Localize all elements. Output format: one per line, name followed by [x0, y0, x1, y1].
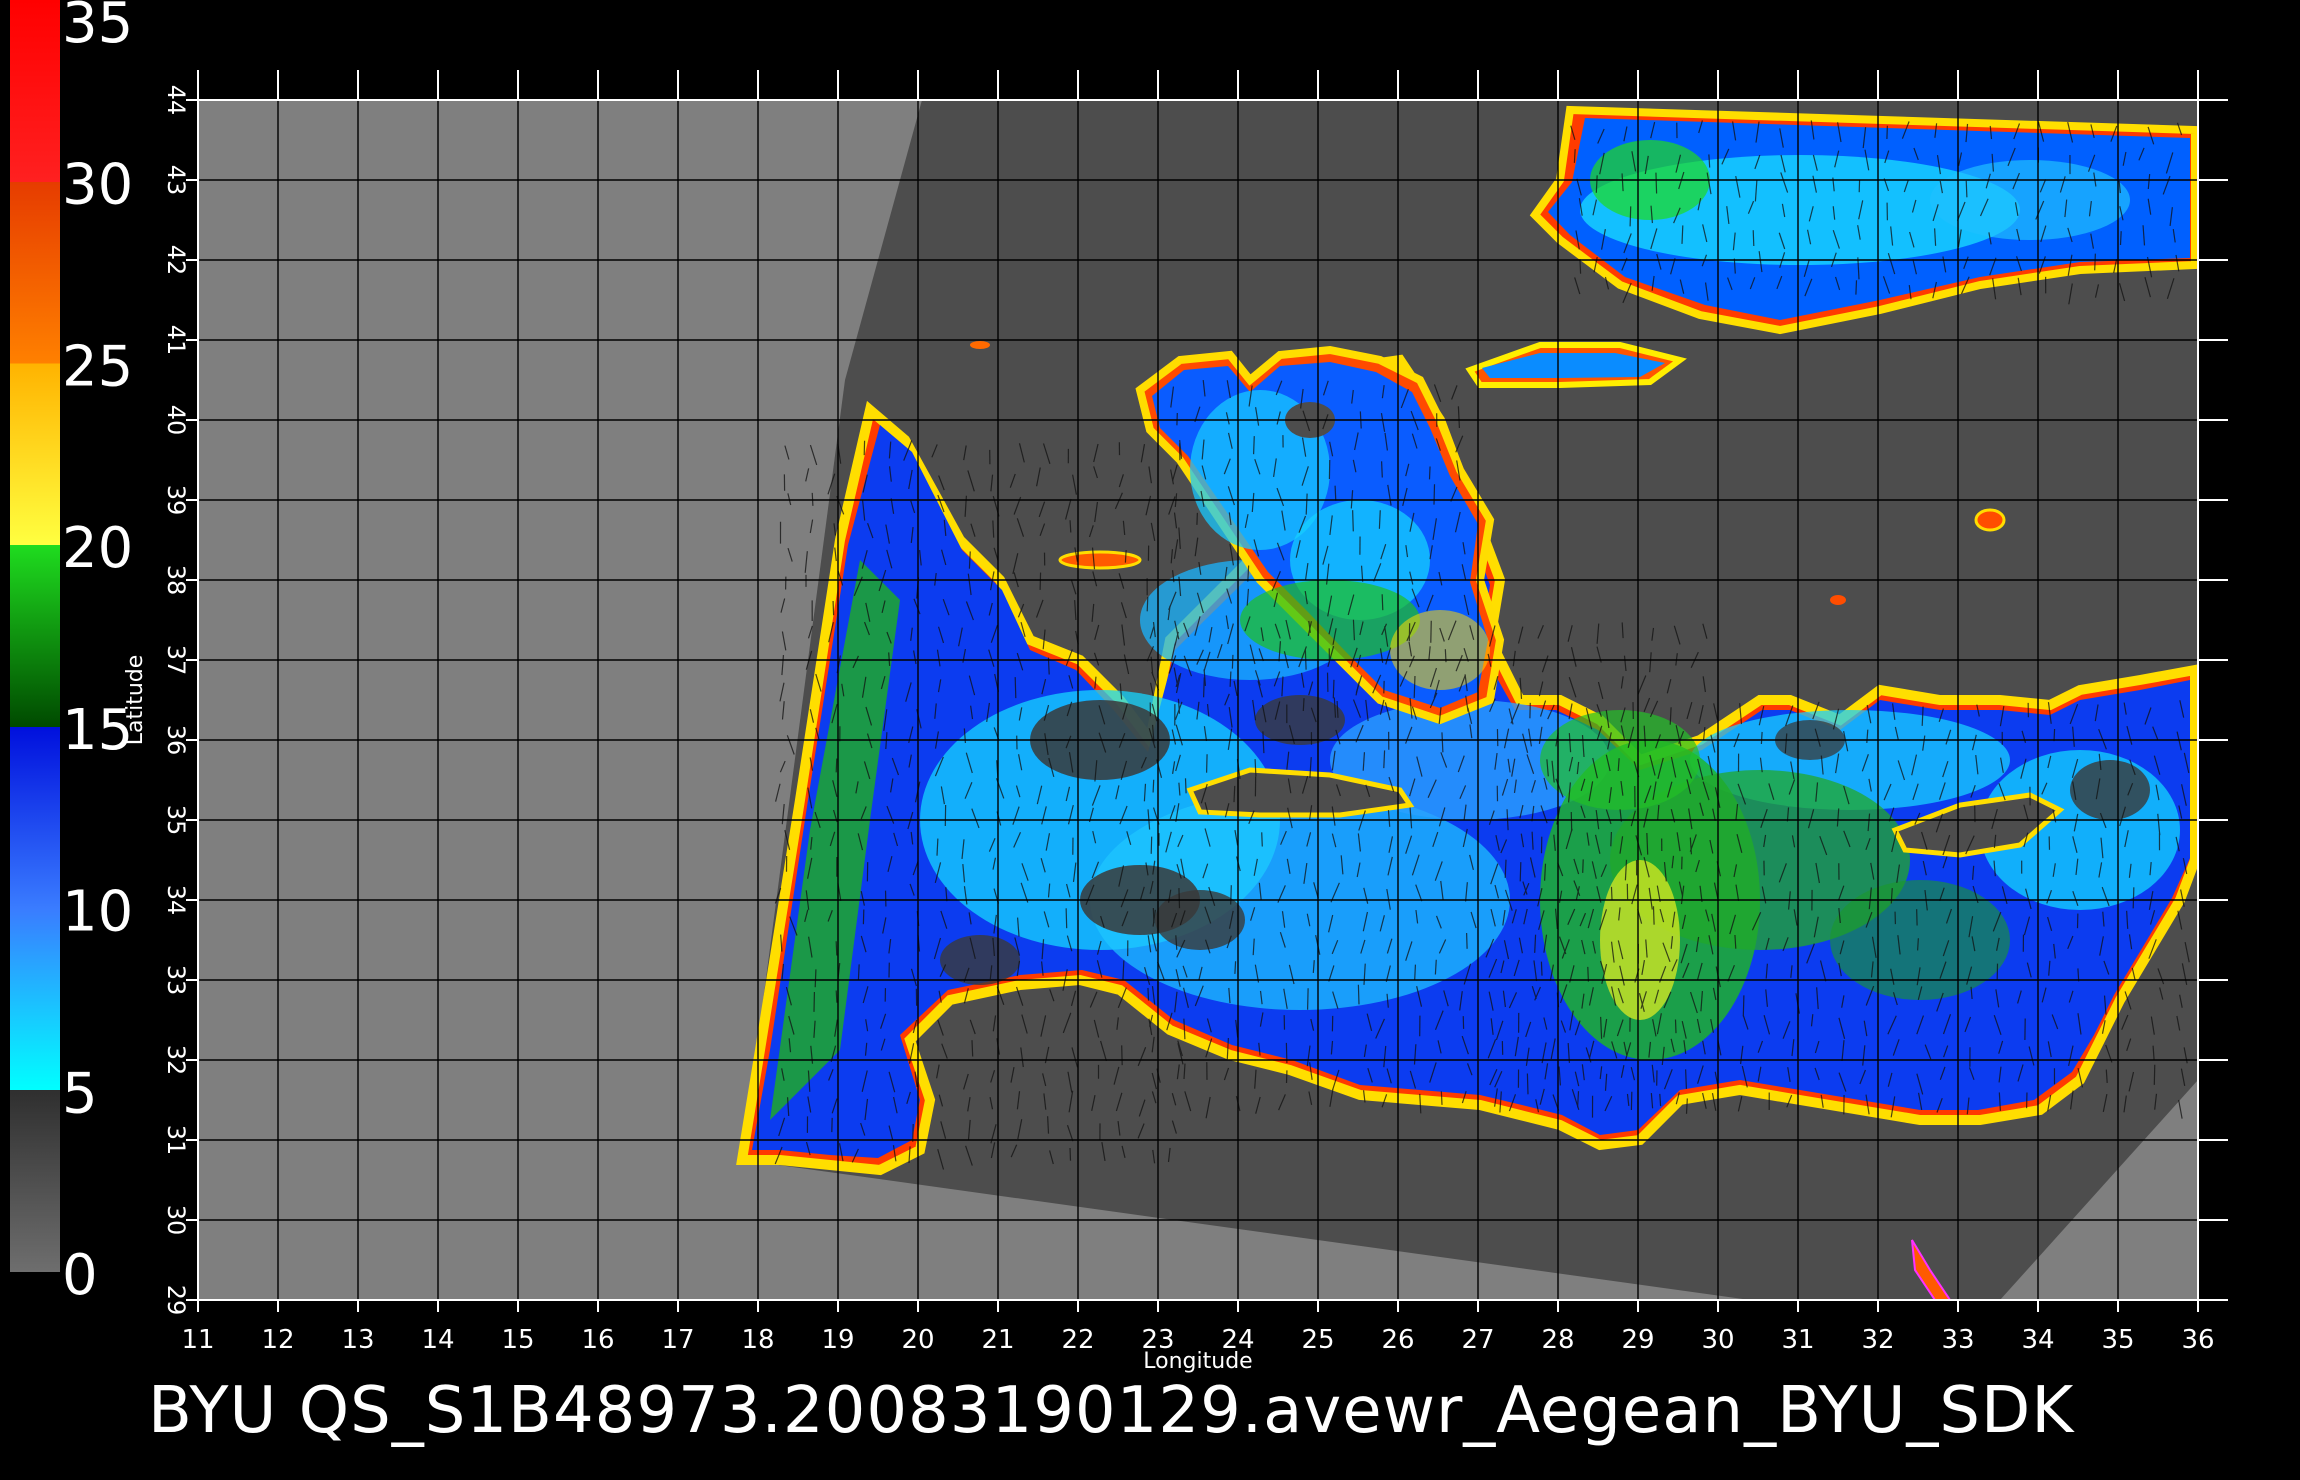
- colorbar-gradient: [10, 0, 60, 1272]
- y-tick-label: 34: [162, 885, 190, 916]
- colorbar-labels: 05101520253035: [62, 0, 133, 1308]
- x-tick-label: 27: [1461, 1325, 1494, 1355]
- x-tick-label: 28: [1541, 1325, 1574, 1355]
- x-tick-label: 21: [981, 1325, 1014, 1355]
- y-tick-label: 36: [162, 725, 190, 756]
- x-tick-label: 30: [1701, 1325, 1734, 1355]
- x-tick-label: 17: [661, 1325, 694, 1355]
- colorbar-label: 35: [62, 0, 133, 56]
- x-tick-label: 12: [261, 1325, 294, 1355]
- y-tick-label: 43: [162, 165, 190, 196]
- colorbar-label: 5: [62, 1061, 98, 1126]
- x-tick-label: 14: [421, 1325, 454, 1355]
- x-tick-label: 15: [501, 1325, 534, 1355]
- y-tick-label: 42: [162, 245, 190, 276]
- caption: BYU QS_S1B48973.20083190129.avewr_Aegean…: [148, 1374, 2075, 1448]
- scatterometer-wind-map: 0 5 10 15 20 25 30 35 11 12 13 14 15 16 17 18 1…: [10, 0, 2228, 1448]
- colorbar-label: 20: [62, 516, 133, 581]
- x-tick-label: 35: [2101, 1325, 2134, 1355]
- x-tick-label: 26: [1381, 1325, 1414, 1355]
- x-tick-label: 33: [1941, 1325, 1974, 1355]
- y-tick-label: 38: [162, 565, 190, 596]
- x-tick-label: 22: [1061, 1325, 1094, 1355]
- colorbar-label: 10: [62, 880, 133, 945]
- x-tick-label: 20: [901, 1325, 934, 1355]
- x-tick-label: 31: [1781, 1325, 1814, 1355]
- map-plot: 11 12 13 14 15 16 17 18 19 20 21 22 23 24 25 26 27 28 29 30…: [123, 70, 2228, 1374]
- colorbar-label: 25: [62, 334, 133, 399]
- colorbar-label: 30: [62, 153, 133, 218]
- colorbar-label: 0: [62, 1243, 98, 1308]
- colorbar: 05101520253035: [10, 0, 133, 1308]
- x-tick-label: 36: [2181, 1325, 2214, 1355]
- x-tick-label: 13: [341, 1325, 374, 1355]
- y-tick-label: 37: [162, 645, 190, 676]
- y-tick-label: 33: [162, 965, 190, 996]
- y-tick-label: 40: [162, 405, 190, 436]
- x-tick-label: 25: [1301, 1325, 1334, 1355]
- x-tick-label: 29: [1621, 1325, 1654, 1355]
- y-tick-label: 32: [162, 1045, 190, 1076]
- y-tick-label: 29: [162, 1285, 190, 1316]
- y-tick-label: 39: [162, 485, 190, 516]
- y-tick-label: 41: [162, 325, 190, 356]
- y-axis-label: Latitude: [123, 655, 148, 746]
- y-tick-label: 44: [162, 85, 190, 116]
- x-tick-label: 11: [181, 1325, 214, 1355]
- y-tick-label: 35: [162, 805, 190, 836]
- y-tick-label: 30: [162, 1205, 190, 1236]
- y-tick-label: 31: [162, 1125, 190, 1156]
- x-tick-label: 19: [821, 1325, 854, 1355]
- x-tick-label: 34: [2021, 1325, 2054, 1355]
- x-tick-label: 18: [741, 1325, 774, 1355]
- x-tick-label: 16: [581, 1325, 614, 1355]
- x-axis-label: Longitude: [1143, 1349, 1252, 1374]
- x-tick-label: 32: [1861, 1325, 1894, 1355]
